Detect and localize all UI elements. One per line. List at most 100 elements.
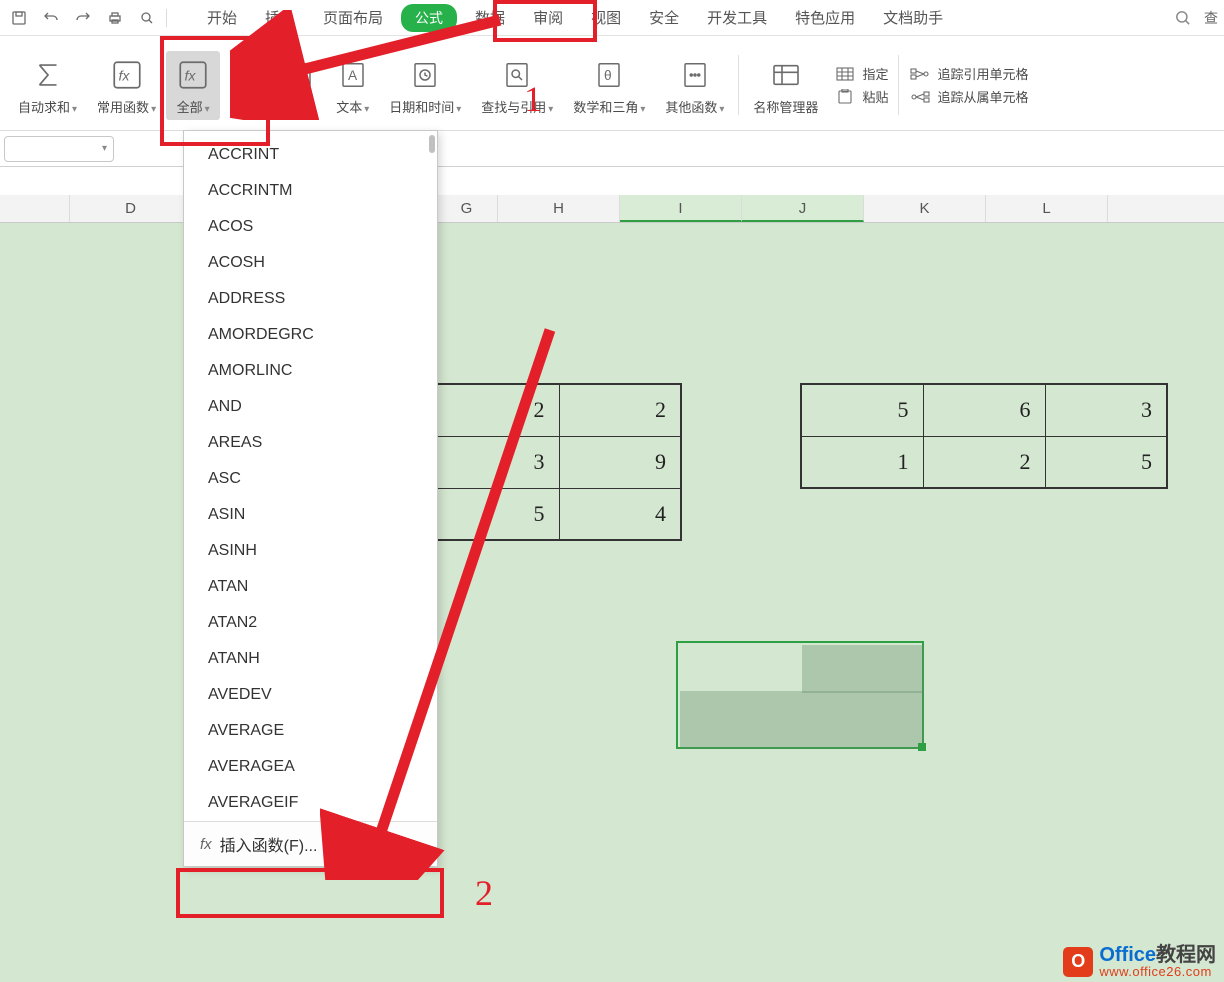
col-header[interactable]: D <box>70 195 192 222</box>
tab-docassist[interactable]: 文档助手 <box>869 1 957 34</box>
tab-insert[interactable]: 插入 <box>251 1 309 34</box>
btn-trace-dep[interactable]: 追踪从属单元格 <box>909 87 1028 106</box>
function-item[interactable]: AVERAGEIF <box>184 785 437 821</box>
function-item[interactable]: ASC <box>184 461 437 497</box>
table-row: 563 <box>801 384 1167 436</box>
tab-special[interactable]: 特色应用 <box>781 1 869 34</box>
table-row: 125 <box>801 436 1167 488</box>
trace-dep-label: 追踪从属单元格 <box>937 87 1028 106</box>
function-item[interactable]: AVERAGE <box>184 713 437 749</box>
function-item[interactable]: ACOS <box>184 209 437 245</box>
svg-text:fx: fx <box>118 68 130 84</box>
ellipsis-icon <box>680 55 710 95</box>
function-item[interactable]: AVERAGEA <box>184 749 437 785</box>
btn-lookup[interactable]: 查找与引用▾ <box>471 55 563 116</box>
cell[interactable]: 2 <box>437 384 559 436</box>
qat-save-icon[interactable] <box>6 6 32 30</box>
btn-autosum[interactable]: 自动求和▾ <box>8 55 87 116</box>
table-row: 54 <box>437 488 681 540</box>
function-item[interactable]: ASINH <box>184 533 437 569</box>
col-header[interactable]: L <box>986 195 1108 222</box>
insert-function-item[interactable]: fx 插入函数(F)... <box>184 821 437 866</box>
qat-redo-icon[interactable] <box>70 6 96 30</box>
btn-common-fn[interactable]: fx 常用函数▾ <box>87 55 166 116</box>
common-label: 常用函数 <box>97 100 149 115</box>
col-header[interactable]: G <box>436 195 498 222</box>
paste-icon <box>834 88 856 106</box>
btn-paste-name[interactable]: 粘贴 <box>834 87 888 106</box>
separator <box>898 55 899 115</box>
function-item[interactable]: ACCRINTM <box>184 173 437 209</box>
btn-assign[interactable]: 指定 <box>834 64 888 83</box>
qat-preview-icon[interactable] <box>134 6 160 30</box>
text-icon: A <box>338 55 368 95</box>
function-item[interactable]: AVEDEV <box>184 677 437 713</box>
cell[interactable]: 6 <box>923 384 1045 436</box>
math-label: 数学和三角 <box>573 100 638 115</box>
watermark-title: Office教程网 <box>1099 945 1216 965</box>
text-label: 文本 <box>336 100 362 115</box>
btn-text[interactable]: A 文本▾ <box>326 55 379 116</box>
cell[interactable]: 1 <box>801 436 923 488</box>
function-item[interactable]: AREAS <box>184 425 437 461</box>
function-item[interactable]: ATANH <box>184 641 437 677</box>
btn-math[interactable]: θ 数学和三角▾ <box>563 55 655 116</box>
btn-other[interactable]: 其他函数▾ <box>655 55 734 116</box>
fill-handle[interactable] <box>918 743 926 751</box>
tab-dev[interactable]: 开发工具 <box>693 1 781 34</box>
btn-datetime[interactable]: 日期和时间▾ <box>379 55 471 116</box>
sigma-icon <box>31 55 65 95</box>
tab-start[interactable]: 开始 <box>193 1 251 34</box>
function-item[interactable]: AMORDEGRC <box>184 317 437 353</box>
separator <box>166 9 167 27</box>
function-item[interactable]: ASIN <box>184 497 437 533</box>
trace-dep-icon <box>909 88 931 106</box>
col-header[interactable]: H <box>498 195 620 222</box>
theta-icon: θ <box>594 55 624 95</box>
namebox-drop-icon[interactable]: ▾ <box>102 143 107 154</box>
btn-logic[interactable]: ? 逻辑▾ <box>273 55 326 116</box>
cell[interactable]: 2 <box>923 436 1045 488</box>
col-header[interactable]: J <box>742 195 864 222</box>
question-icon: ? <box>285 55 315 95</box>
logic-label: 逻辑 <box>283 100 309 115</box>
cell[interactable]: 9 <box>559 436 681 488</box>
cell[interactable]: 2 <box>559 384 681 436</box>
clock-icon <box>410 55 440 95</box>
function-item[interactable]: AMORLINC <box>184 353 437 389</box>
function-item[interactable]: ACOSH <box>184 245 437 281</box>
quick-access-toolbar: 开始 插入 页面布局 公式 数据 审阅 视图 安全 开发工具 特色应用 文档助手… <box>0 0 1224 36</box>
tab-formula[interactable]: 公式 <box>401 4 457 32</box>
function-item[interactable]: ADDRESS <box>184 281 437 317</box>
cell[interactable]: 5 <box>1045 436 1167 488</box>
function-item[interactable]: AND <box>184 389 437 425</box>
function-item[interactable]: ATAN2 <box>184 605 437 641</box>
grid-icon <box>834 65 856 83</box>
selection-fill <box>680 691 924 749</box>
qat-print-icon[interactable] <box>102 6 128 30</box>
table-left: 22 39 54 <box>436 383 682 541</box>
search-icon[interactable] <box>1170 6 1196 30</box>
cell[interactable]: 3 <box>437 436 559 488</box>
cell[interactable]: 4 <box>559 488 681 540</box>
scrollbar-thumb[interactable] <box>429 135 435 153</box>
tab-security[interactable]: 安全 <box>635 1 693 34</box>
cell[interactable]: 5 <box>437 488 559 540</box>
name-box[interactable]: ▾ <box>4 136 114 162</box>
cell[interactable]: 5 <box>801 384 923 436</box>
btn-name-manager[interactable]: 名称管理器 <box>743 55 828 116</box>
col-header[interactable]: K <box>864 195 986 222</box>
qat-undo-icon[interactable] <box>38 6 64 30</box>
namemgr-label: 名称管理器 <box>753 100 818 115</box>
col-header[interactable] <box>0 195 70 222</box>
col-header[interactable]: I <box>620 195 742 222</box>
btn-trace-prec[interactable]: 追踪引用单元格 <box>909 64 1028 83</box>
fx-star-icon: fx <box>110 55 144 95</box>
cell[interactable]: 3 <box>1045 384 1167 436</box>
selection-range[interactable] <box>676 641 924 749</box>
function-item[interactable]: ATAN <box>184 569 437 605</box>
function-dropdown: ACCRINTACCRINTMACOSACOSHADDRESSAMORDEGRC… <box>183 130 438 867</box>
tab-layout[interactable]: 页面布局 <box>309 1 397 34</box>
trace-tools: 追踪引用单元格 追踪从属单元格 <box>903 64 1034 106</box>
annotation-number: 2 <box>475 872 493 914</box>
